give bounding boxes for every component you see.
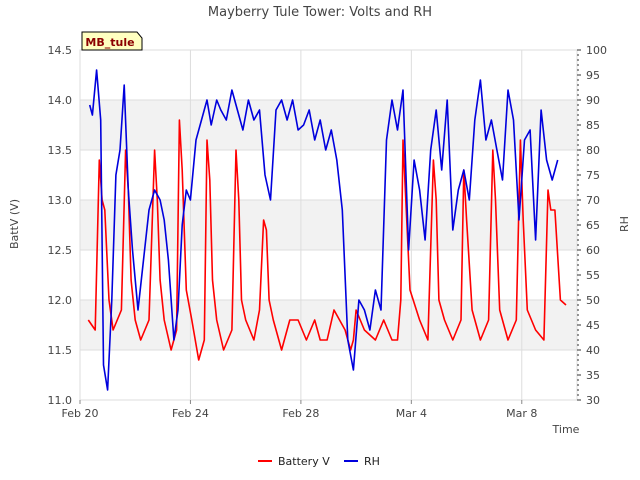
legend: Battery V RH <box>258 455 380 468</box>
y-right-tick-label: 85 <box>586 119 600 132</box>
y-right-tick-label: 100 <box>586 44 607 57</box>
y-right-tick-label: 40 <box>586 344 600 357</box>
y-right-tick-label: 95 <box>586 69 600 82</box>
x-axis-label: Time <box>552 423 580 436</box>
y-left-tick-label: 13.5 <box>48 144 73 157</box>
y-left-axis-label: BattV (V) <box>8 199 21 249</box>
site-badge: MB_tule <box>81 31 143 51</box>
chart-title: Mayberry Tule Tower: Volts and RH <box>208 5 432 20</box>
site-badge-label: MB_tule <box>85 36 134 49</box>
legend-label-battery: Battery V <box>278 455 330 468</box>
x-tick-label: Mar 4 <box>396 407 427 420</box>
y-right-tick-label: 60 <box>586 244 600 257</box>
y-right-tick-label: 90 <box>586 94 600 107</box>
y-right-tick-label: 55 <box>586 269 600 282</box>
y-left-tick-label: 14.0 <box>48 94 73 107</box>
x-tick-label: Feb 24 <box>172 407 209 420</box>
legend-label-rh: RH <box>364 455 380 468</box>
y-right-axis-label: RH <box>618 216 631 232</box>
x-tick-label: Mar 8 <box>506 407 537 420</box>
y-left-tick-label: 12.0 <box>48 294 73 307</box>
y-right-tick-label: 65 <box>586 219 600 232</box>
plot-band <box>80 200 577 250</box>
x-tick-label: Feb 20 <box>62 407 99 420</box>
y-left-tick-label: 12.5 <box>48 244 73 257</box>
y-left-axis-ticks: 11.0 11.5 12.0 12.5 13.0 13.5 14.0 14.5 <box>48 44 73 407</box>
y-left-tick-label: 11.0 <box>48 394 73 407</box>
y-right-axis-ticks: 30 35 40 45 50 55 60 65 70 75 80 85 90 95 100 <box>577 44 607 407</box>
y-right-tick-label: 50 <box>586 294 600 307</box>
y-right-tick-label: 35 <box>586 369 600 382</box>
chart: Mayberry Tule Tower: Volts and RH Feb 20… <box>8 5 631 468</box>
y-right-tick-label: 70 <box>586 194 600 207</box>
y-left-tick-label: 11.5 <box>48 344 73 357</box>
y-right-tick-label: 75 <box>586 169 600 182</box>
y-left-tick-label: 13.0 <box>48 194 73 207</box>
y-right-tick-label: 30 <box>586 394 600 407</box>
x-tick-label: Feb 28 <box>282 407 319 420</box>
y-left-tick-label: 14.5 <box>48 44 73 57</box>
x-axis-ticks: Feb 20 Feb 24 Feb 28 Mar 4 Mar 8 <box>62 400 537 420</box>
y-right-tick-label: 80 <box>586 144 600 157</box>
plot-band <box>80 300 577 350</box>
y-right-tick-label: 45 <box>586 319 600 332</box>
